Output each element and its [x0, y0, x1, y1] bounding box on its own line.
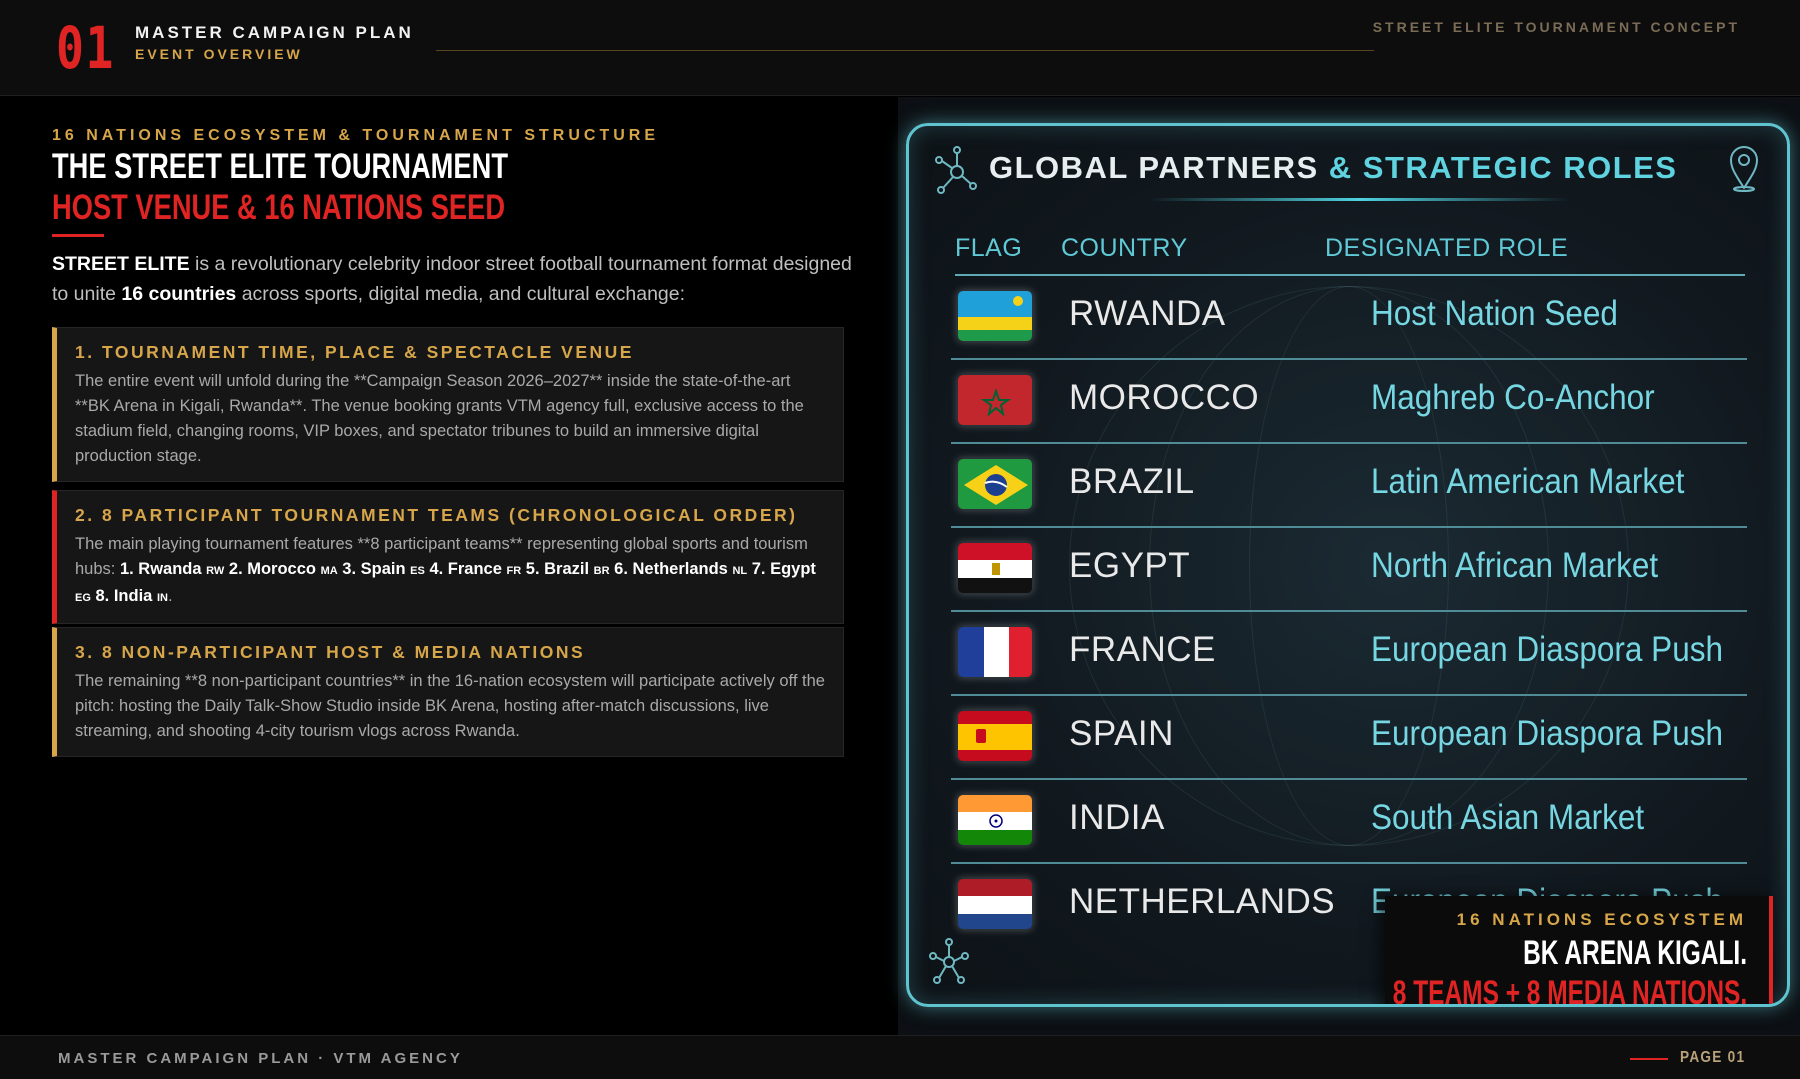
- partner-row: BRAZIL Latin American Market: [951, 444, 1747, 528]
- location-pin-icon: [1729, 146, 1759, 192]
- main-title: THE STREET ELITE TOURNAMENT: [52, 147, 509, 186]
- venue-card-heading: 1. TOURNAMENT TIME, PLACE & SPECTACLE VE…: [75, 342, 634, 362]
- teams-card-body: The main playing tournament features **8…: [75, 535, 816, 605]
- netherlands-flag-icon: [957, 878, 1033, 930]
- partner-row: FRANCE European Diaspora Push: [951, 612, 1747, 696]
- footer-accent-line: [1630, 1058, 1668, 1060]
- india-flag-icon: [957, 794, 1033, 846]
- partner-country: MOROCCO: [1069, 378, 1260, 417]
- team-entry: 4. France: [429, 560, 502, 578]
- partner-country: EGYPT: [1069, 546, 1191, 585]
- header-concept-label: STREET ELITE TOURNAMENT CONCEPT: [1372, 19, 1740, 35]
- partner-row: MOROCCO Maghreb Co-Anchor: [951, 360, 1747, 444]
- partner-country: RWANDA: [1069, 294, 1226, 333]
- brazil-flag-icon: [957, 458, 1033, 510]
- media-card-heading: 3. 8 NON-PARTICIPANT HOST & MEDIA NATION…: [75, 642, 586, 662]
- callout-venue: BK ARENA KIGALI.: [1523, 934, 1747, 972]
- country-code: MA: [320, 565, 338, 577]
- country-code: IN: [156, 592, 168, 604]
- partner-row: RWANDA Host Nation Seed: [951, 276, 1747, 360]
- france-flag-icon: [957, 626, 1033, 678]
- title-accent-rule: [52, 234, 104, 237]
- country-code: EG: [75, 592, 91, 604]
- main-subtitle: HOST VENUE & 16 NATIONS SEED: [52, 188, 506, 227]
- partner-role: Maghreb Co-Anchor: [1371, 378, 1655, 417]
- partner-country: INDIA: [1069, 798, 1165, 837]
- team-entry: 7. Egypt: [751, 560, 816, 578]
- egypt-flag-icon: [957, 542, 1033, 594]
- slide-header: 01 MASTER CAMPAIGN PLAN EVENT OVERVIEW S…: [0, 0, 1800, 96]
- partners-panel: GLOBAL PARTNERS & STRATEGIC ROLES FLAG C…: [898, 97, 1800, 1035]
- spain-flag-icon: [957, 710, 1033, 762]
- media-nations-card: 3. 8 NON-PARTICIPANT HOST & MEDIA NATION…: [52, 627, 844, 757]
- column-header-flag: FLAG: [955, 234, 1023, 262]
- partner-role: South Asian Market: [1371, 798, 1645, 837]
- slide-footer: MASTER CAMPAIGN PLAN · VTM AGENCY PAGE 0…: [0, 1035, 1800, 1079]
- ecosystem-callout: 16 NATIONS ECOSYSTEM BK ARENA KIGALI. 8 …: [1385, 896, 1773, 1007]
- overview-panel: 16 NATIONS ECOSYSTEM & TOURNAMENT STRUCT…: [0, 97, 898, 1035]
- partner-country: SPAIN: [1069, 714, 1174, 753]
- partner-country: NETHERLANDS: [1069, 882, 1336, 921]
- rwanda-flag-icon: [957, 290, 1033, 342]
- partner-role: Host Nation Seed: [1371, 294, 1618, 333]
- country-code: NL: [732, 565, 748, 577]
- country-code: BR: [593, 565, 610, 577]
- morocco-flag-icon: [957, 374, 1033, 426]
- teams-card: 2. 8 PARTICIPANT TOURNAMENT TEAMS (CHRON…: [52, 490, 844, 624]
- team-entry: 3. Spain: [342, 560, 406, 578]
- media-card-body: The remaining **8 non-participant countr…: [75, 672, 825, 740]
- team-entry: 8. India: [95, 587, 153, 605]
- teams-card-heading: 2. 8 PARTICIPANT TOURNAMENT TEAMS (CHRON…: [75, 505, 798, 525]
- brand-name: STREET ELITE: [52, 253, 190, 275]
- partner-row: SPAIN European Diaspora Push: [951, 696, 1747, 780]
- team-entry: 5. Brazil: [525, 560, 590, 578]
- footer-label: MASTER CAMPAIGN PLAN · VTM AGENCY: [58, 1050, 463, 1067]
- team-entry: 6. Netherlands: [614, 560, 728, 578]
- countries-highlight: 16 countries: [121, 283, 237, 305]
- partner-role: North African Market: [1371, 546, 1659, 585]
- section-number: 01: [56, 14, 116, 82]
- network-hub-icon: [935, 146, 977, 194]
- country-code: ES: [410, 565, 425, 577]
- partner-role: European Diaspora Push: [1371, 630, 1723, 669]
- partner-country: BRAZIL: [1069, 462, 1195, 501]
- header-subtitle: EVENT OVERVIEW: [135, 46, 303, 62]
- intro-paragraph: STREET ELITE is a revolutionary celebrit…: [52, 253, 852, 305]
- country-code: FR: [506, 565, 522, 577]
- partner-country: FRANCE: [1069, 630, 1216, 669]
- title-glow-line: [1149, 198, 1569, 201]
- callout-eyebrow: 16 NATIONS ECOSYSTEM: [1456, 910, 1747, 929]
- column-header-country: COUNTRY: [1061, 234, 1188, 262]
- country-code: RW: [206, 565, 225, 577]
- partners-frame: GLOBAL PARTNERS & STRATEGIC ROLES FLAG C…: [906, 123, 1790, 1007]
- page-indicator: PAGE 01: [1680, 1049, 1746, 1066]
- venue-card-body: The entire event will unfold during the …: [75, 372, 804, 465]
- section-eyebrow: 16 NATIONS ECOSYSTEM & TOURNAMENT STRUCT…: [52, 127, 659, 144]
- team-entry: 1. Rwanda: [119, 560, 202, 578]
- team-list: 1. Rwanda RW 2. Morocco MA 3. Spain ES 4…: [75, 560, 816, 605]
- column-header-role: DESIGNATED ROLE: [1325, 234, 1569, 262]
- header-divider: [436, 50, 1374, 51]
- callout-teams: 8 TEAMS + 8 MEDIA NATIONS.: [1392, 974, 1747, 1007]
- partner-row: INDIA South Asian Market: [951, 780, 1747, 864]
- header-title: MASTER CAMPAIGN PLAN: [135, 23, 414, 42]
- partners-title: GLOBAL PARTNERS & STRATEGIC ROLES: [989, 150, 1678, 185]
- partner-row: EGYPT North African Market: [951, 528, 1747, 612]
- team-entry: 2. Morocco: [228, 560, 316, 578]
- partner-role: European Diaspora Push: [1371, 714, 1723, 753]
- venue-card: 1. TOURNAMENT TIME, PLACE & SPECTACLE VE…: [52, 327, 844, 482]
- partner-role: Latin American Market: [1371, 462, 1685, 501]
